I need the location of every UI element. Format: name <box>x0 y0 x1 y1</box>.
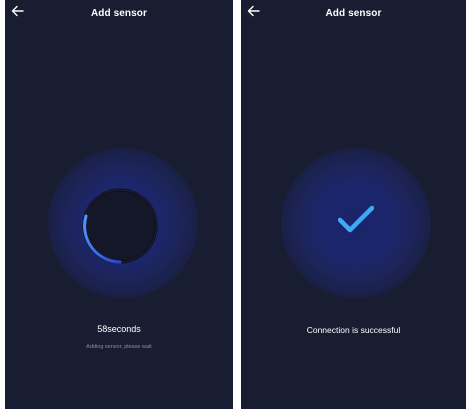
screenshot-frame: Add sensor 58seconds Adding sensor, plea… <box>0 0 466 410</box>
adding-sensor-screen: Add sensor 58seconds Adding sensor, plea… <box>5 0 233 409</box>
header: Add sensor <box>5 0 233 28</box>
status-text: Adding sensor, please wait <box>86 344 152 350</box>
countdown-text: 58seconds <box>97 324 141 334</box>
page-title: Add sensor <box>325 8 382 19</box>
loading-ring-icon <box>82 188 158 264</box>
success-text: Connection is successful <box>306 325 401 335</box>
checkmark-icon <box>338 205 374 233</box>
page-title: Add sensor <box>90 8 147 19</box>
connection-success-screen: Add sensor Connection is successful <box>241 0 466 409</box>
header: Add sensor <box>241 0 466 28</box>
